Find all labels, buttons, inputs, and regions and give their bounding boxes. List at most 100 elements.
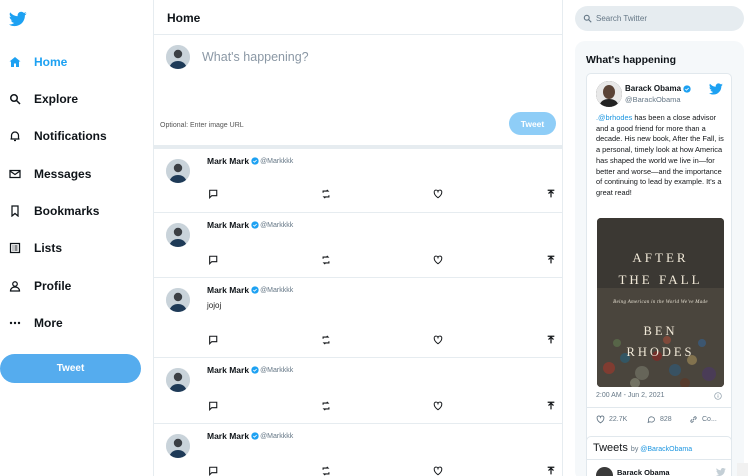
share-icon[interactable] xyxy=(546,335,556,345)
embed-tweet-body: has been a close advisor and a good frie… xyxy=(596,113,724,197)
verified-icon xyxy=(251,432,259,440)
verified-icon xyxy=(251,366,259,374)
mention-link[interactable]: .@brhodes xyxy=(596,113,632,122)
reply-icon[interactable] xyxy=(208,335,218,345)
tweet-author-name: Mark Mark xyxy=(207,220,250,230)
search-input[interactable] xyxy=(596,14,736,23)
like-icon[interactable] xyxy=(433,401,443,411)
like-icon[interactable] xyxy=(433,189,443,199)
share-icon[interactable] xyxy=(546,466,556,476)
sidebar-item-home[interactable]: Home xyxy=(9,51,67,73)
reply-icon[interactable] xyxy=(208,255,218,265)
tweet-item[interactable]: Mark Mark @Markkkk jojoj xyxy=(154,278,562,358)
embed-author: Barack Obama xyxy=(625,84,691,93)
like-icon[interactable] xyxy=(433,255,443,265)
sidebar-tweet-button[interactable]: Tweet xyxy=(0,354,141,383)
embed-stats: 22.7K 828 Co... xyxy=(596,415,726,427)
composer-tweet-button[interactable]: Tweet xyxy=(509,112,556,135)
avatar xyxy=(166,368,190,392)
tweet-item[interactable]: Mark Mark @Markkkk xyxy=(154,213,562,278)
share-icon[interactable] xyxy=(546,255,556,265)
more-icon xyxy=(9,321,21,325)
tweet-author-name: Mark Mark xyxy=(207,431,250,441)
verified-icon xyxy=(251,157,259,165)
book-title-line1: AFTER xyxy=(632,250,689,265)
embed-tweet-text: .@brhodes has been a close advisor and a… xyxy=(596,113,726,199)
person-icon xyxy=(9,281,21,292)
info-icon[interactable] xyxy=(714,392,722,400)
sidebar-item-explore[interactable]: Explore xyxy=(9,88,78,110)
verified-icon xyxy=(683,84,691,93)
tweet-author-name: Mark Mark xyxy=(207,285,250,295)
timeline-handle-link[interactable]: @BarackObama xyxy=(640,446,692,453)
reply-icon[interactable] xyxy=(208,466,218,476)
sidebar-item-more[interactable]: More xyxy=(9,312,63,334)
main-header: Home xyxy=(154,0,562,35)
embed-timestamp[interactable]: 2:00 AM - Jun 2, 2021 xyxy=(596,392,665,399)
composer-input[interactable]: What's happening? xyxy=(202,50,309,64)
retweet-icon[interactable] xyxy=(321,401,331,411)
book-author: BEN RHODES xyxy=(597,321,724,363)
book-cover-image[interactable]: AFTER THE FALL Being American in the Wor… xyxy=(597,218,724,387)
search-box[interactable] xyxy=(575,6,744,31)
image-url-input[interactable]: Optional: Enter image URL xyxy=(160,122,244,129)
verified-icon xyxy=(251,286,259,294)
page-title: Home xyxy=(167,11,201,25)
panel-title: What's happening xyxy=(586,54,676,66)
retweet-icon[interactable] xyxy=(321,466,331,476)
tweet-composer: What's happening? Optional: Enter image … xyxy=(154,35,562,147)
reply-stat[interactable]: 828 xyxy=(647,415,672,424)
tweet-handle: @Markkkk xyxy=(260,157,294,165)
like-icon[interactable] xyxy=(433,466,443,476)
sidebar-item-bookmarks[interactable]: Bookmarks xyxy=(9,200,99,222)
timeline-title: Tweets xyxy=(593,442,628,454)
avatar xyxy=(166,223,190,247)
like-stat[interactable]: 22.7K xyxy=(596,415,627,424)
twitter-bird-icon[interactable] xyxy=(716,467,726,476)
timeline-header: Tweets by @BarackObama xyxy=(593,442,692,454)
embedded-timeline[interactable]: Tweets by @BarackObama Barack Obama xyxy=(586,436,732,476)
sidebar-item-label: More xyxy=(34,316,63,330)
search-icon xyxy=(10,94,21,105)
embed-handle[interactable]: @BarackObama xyxy=(625,95,681,104)
avatar xyxy=(596,81,622,107)
tweet-actions xyxy=(208,255,558,265)
like-icon[interactable] xyxy=(433,335,443,345)
retweet-icon[interactable] xyxy=(321,255,331,265)
embed-divider xyxy=(587,407,731,408)
sidebar-item-profile[interactable]: Profile xyxy=(9,275,71,297)
embedded-tweet[interactable]: Barack Obama @BarackObama .@brhodes has … xyxy=(586,73,732,444)
timeline-by: by @BarackObama xyxy=(631,446,692,453)
tweet-actions xyxy=(208,335,558,345)
tweet-author: Mark Mark @Markkkk xyxy=(207,156,293,166)
sidebar-item-messages[interactable]: Messages xyxy=(9,163,91,185)
retweet-icon[interactable] xyxy=(321,335,331,345)
sidebar-item-notifications[interactable]: Notifications xyxy=(9,125,107,147)
sidebar-item-label: Messages xyxy=(34,167,92,181)
tweet-author-name: Mark Mark xyxy=(207,365,250,375)
retweet-icon[interactable] xyxy=(321,189,331,199)
tweet-handle: @Markkkk xyxy=(260,286,294,294)
sidebar-item-label: Lists xyxy=(34,241,63,255)
tweet-item[interactable]: Mark Mark @Markkkk xyxy=(154,149,562,213)
list-icon xyxy=(9,242,21,254)
main-timeline: Home What's happening? Optional: Enter i… xyxy=(153,0,563,476)
share-icon[interactable] xyxy=(546,189,556,199)
share-icon[interactable] xyxy=(546,401,556,411)
twitter-bird-icon[interactable] xyxy=(709,82,723,96)
copy-link-stat[interactable]: Co... xyxy=(689,415,717,424)
whats-happening-panel: What's happening Barack Obama @BarackOba… xyxy=(575,41,744,476)
tweet-handle: @Markkkk xyxy=(260,366,294,374)
book-author-last: RHODES xyxy=(626,345,695,359)
verified-icon xyxy=(251,221,259,229)
home-icon xyxy=(9,57,21,67)
scrollbar[interactable] xyxy=(737,463,748,476)
tweet-item[interactable]: Mark Mark @Markkkk xyxy=(154,424,562,476)
reply-icon[interactable] xyxy=(208,189,218,199)
avatar xyxy=(166,288,190,312)
sidebar-item-lists[interactable]: Lists xyxy=(9,237,62,259)
tweet-handle: @Markkkk xyxy=(260,221,294,229)
reply-icon[interactable] xyxy=(208,401,218,411)
twitter-bird-icon[interactable] xyxy=(9,10,27,28)
tweet-item[interactable]: Mark Mark @Markkkk xyxy=(154,358,562,424)
